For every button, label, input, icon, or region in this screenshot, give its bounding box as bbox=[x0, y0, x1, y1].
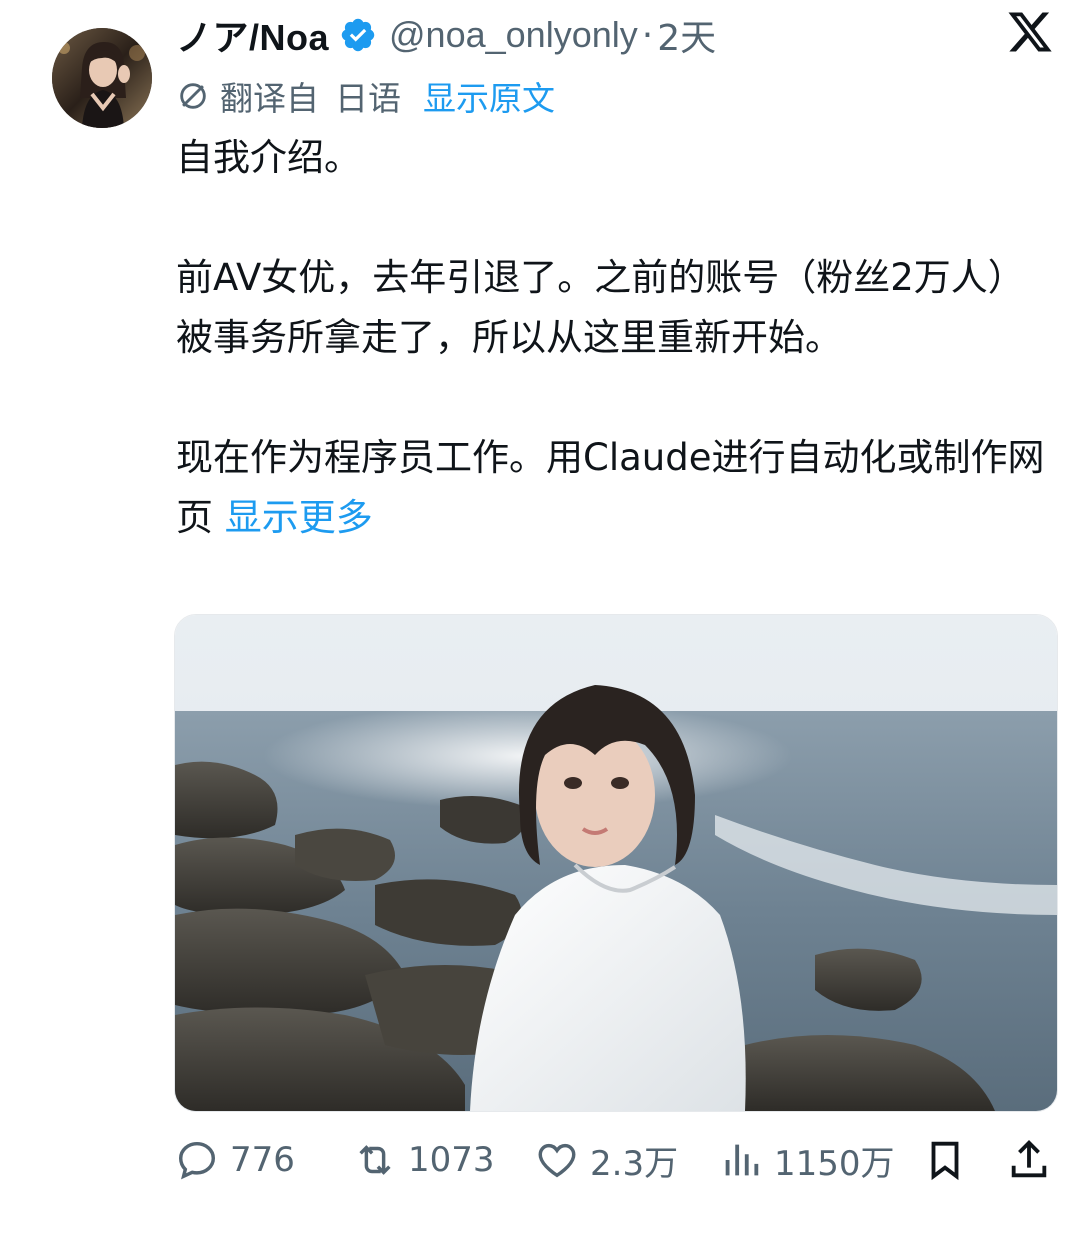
translate-icon bbox=[180, 83, 206, 109]
avatar[interactable] bbox=[52, 14, 152, 142]
author-handle[interactable]: @noa_onlyonly bbox=[389, 14, 638, 56]
retweet-count: 1073 bbox=[408, 1140, 495, 1180]
tweet-text: 自我介绍。 前AV女优，去年引退了。之前的账号（粉丝2万人）被事务所拿走了，所以… bbox=[176, 128, 1056, 548]
bookmark-icon bbox=[931, 1141, 959, 1181]
separator-dot: · bbox=[641, 14, 654, 56]
reply-icon bbox=[178, 1141, 216, 1180]
views-icon bbox=[725, 1144, 759, 1176]
translation-label: 翻译自 bbox=[220, 79, 319, 118]
text-paragraph: 自我介绍。 bbox=[176, 136, 361, 179]
retweet-button[interactable]: 1073 bbox=[352, 1137, 495, 1183]
post-time[interactable]: 2天 bbox=[657, 9, 716, 61]
share-button[interactable] bbox=[1006, 1137, 1052, 1183]
views-count: 1150万 bbox=[774, 1143, 895, 1184]
tweet[interactable]: ノア/Noa @noa_onlyonly · 2天 翻译自 日语 显示原文 自我… bbox=[0, 0, 1080, 1234]
bookmark-button[interactable] bbox=[922, 1137, 968, 1183]
translation-language: 日语 bbox=[335, 79, 401, 118]
avatar-image[interactable] bbox=[52, 28, 152, 128]
text-paragraph: 现在作为程序员工作。用Claude进行自动化或制作网页 显示更多 bbox=[176, 428, 1056, 548]
action-bar: 776 1073 2.3万 1150万 bbox=[174, 1130, 1058, 1190]
reply-count: 776 bbox=[230, 1140, 295, 1180]
author-name[interactable]: ノア/Noa bbox=[176, 9, 329, 61]
tweet-photo[interactable] bbox=[174, 614, 1058, 1112]
reply-button[interactable]: 776 bbox=[174, 1137, 295, 1183]
tweet-header: ノア/Noa @noa_onlyonly · 2天 bbox=[176, 10, 716, 60]
share-icon bbox=[1011, 1140, 1047, 1178]
retweet-icon bbox=[359, 1145, 391, 1175]
show-original-link[interactable]: 显示原文 bbox=[423, 72, 555, 120]
like-count: 2.3万 bbox=[590, 1143, 679, 1184]
text-paragraph: 前AV女优，去年引退了。之前的账号（粉丝2万人）被事务所拿走了，所以从这里重新开… bbox=[176, 256, 1025, 359]
heart-icon bbox=[538, 1143, 576, 1178]
like-button[interactable]: 2.3万 bbox=[534, 1136, 678, 1185]
x-logo-icon bbox=[1008, 12, 1052, 52]
views-button[interactable]: 1150万 bbox=[718, 1136, 895, 1185]
show-more-link[interactable]: 显示更多 bbox=[225, 496, 373, 539]
verified-badge-icon bbox=[341, 18, 375, 52]
translation-info: 翻译自 日语 显示原文 bbox=[176, 72, 555, 120]
